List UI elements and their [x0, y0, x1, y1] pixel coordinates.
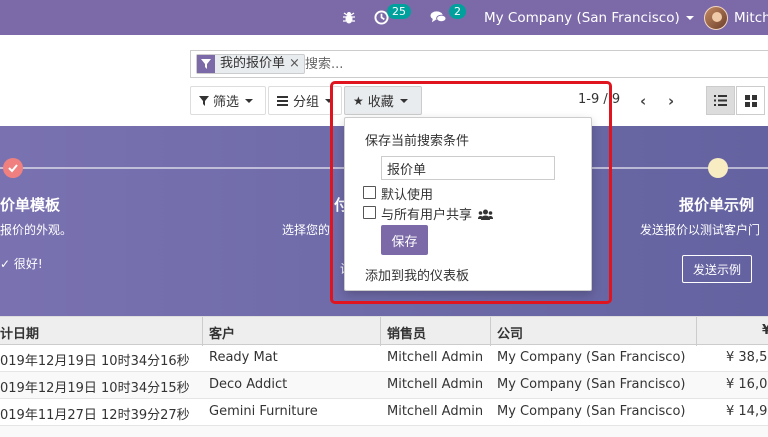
search-input[interactable]	[305, 54, 605, 74]
step-done-check-icon	[3, 158, 23, 178]
cell-amount: ¥ 16,0	[726, 377, 768, 392]
favorite-name-input[interactable]	[381, 156, 555, 180]
list-view-button[interactable]	[706, 86, 735, 115]
activity-clock-button[interactable]: 25	[374, 0, 411, 35]
share-all-users-checkbox[interactable]	[363, 206, 376, 219]
column-customer[interactable]: 客户	[209, 323, 235, 342]
comments-icon	[430, 11, 447, 23]
group-by-button[interactable]: 分组	[268, 86, 342, 115]
cell-salesperson: Mitchell Admin	[387, 404, 484, 419]
filter-icon	[199, 95, 209, 106]
avatar	[704, 5, 728, 30]
step-sample-quotation-desc: 发送报价以测试客户门	[640, 223, 761, 237]
send-sample-button[interactable]: 发送示例	[682, 255, 753, 283]
table-row[interactable]: 019年11月27日 12时39分27秒 Gemini Furniture Mi…	[0, 399, 768, 426]
table-row[interactable]: 019年12月19日 10时34分16秒 Ready Mat Mitchell …	[0, 345, 768, 372]
step-payment-desc: 选择您的	[282, 223, 331, 237]
favorites-label: 收藏	[367, 95, 394, 110]
filter-icon	[197, 55, 215, 73]
company-name: My Company (San Francisco)	[484, 9, 680, 26]
message-count-badge: 2	[449, 4, 466, 19]
list-icon	[714, 95, 727, 106]
share-all-users-label: 与所有用户共享	[381, 204, 494, 223]
column-separator	[202, 317, 203, 346]
cell-company: My Company (San Francisco)	[497, 404, 686, 419]
star-icon: ★	[353, 93, 364, 108]
user-menu[interactable]: Mitch	[704, 0, 768, 35]
add-to-dashboard-link[interactable]: 添加到我的仪表板	[365, 265, 469, 284]
chevron-down-icon	[399, 98, 408, 103]
chevron-down-icon	[325, 98, 333, 103]
table-row[interactable]	[0, 426, 768, 437]
favorites-button[interactable]: ★ 收藏	[344, 86, 422, 115]
activity-count-badge: 25	[387, 4, 411, 19]
facet-remove-icon[interactable]: ×	[289, 55, 304, 73]
cell-customer: Deco Addict	[209, 377, 288, 392]
column-separator	[490, 317, 491, 346]
cell-company: My Company (San Francisco)	[497, 350, 686, 365]
bars-icon	[277, 95, 288, 106]
table-header: 计日期 客户 销售员 公司 ¥	[0, 316, 768, 346]
column-date[interactable]: 计日期	[0, 323, 39, 342]
column-separator	[380, 317, 381, 346]
search-facet: 我的报价单 ×	[196, 54, 305, 74]
pager-next-icon[interactable]: ›	[668, 92, 674, 110]
messages-button[interactable]: 2	[430, 0, 466, 35]
company-switcher[interactable]: My Company (San Francisco)	[484, 0, 694, 35]
cell-date: 019年11月27日 12时39分27秒	[0, 408, 190, 423]
table-row[interactable]: 019年12月19日 10时34分15秒 Deco Addict Mitchel…	[0, 372, 768, 399]
kanban-view-button[interactable]	[736, 86, 765, 115]
step-quotation-template-extra: ✓ 很好!	[0, 257, 43, 271]
chevron-down-icon	[685, 15, 694, 20]
use-default-label: 默认使用	[381, 188, 434, 203]
filter-label: 筛选	[213, 95, 240, 110]
user-name: Mitch	[734, 9, 768, 26]
step-pending-dot	[708, 158, 728, 178]
column-company[interactable]: 公司	[497, 323, 523, 342]
top-navbar: 25 2 My Company (San Francisco) Mitch	[0, 0, 768, 35]
save-favorite-button[interactable]: 保存	[381, 225, 428, 255]
column-total[interactable]: ¥	[762, 323, 768, 338]
pager-value[interactable]: 1-9 / 9	[578, 92, 620, 107]
cell-date: 019年12月19日 10时34分16秒	[0, 354, 190, 369]
column-separator	[696, 317, 697, 346]
column-salesperson[interactable]: 销售员	[387, 323, 426, 342]
save-search-caption[interactable]: 保存当前搜索条件	[365, 130, 469, 149]
cell-date: 019年12月19日 10时34分15秒	[0, 381, 190, 396]
users-icon	[478, 209, 494, 220]
search-bar: 我的报价单 ×	[190, 50, 768, 78]
filter-button[interactable]: 筛选	[190, 86, 266, 115]
step-quotation-template-desc: 报价的外观。	[0, 223, 73, 237]
cell-customer: Ready Mat	[209, 350, 278, 365]
cell-customer: Gemini Furniture	[209, 404, 318, 419]
use-default-checkbox[interactable]	[363, 186, 376, 199]
step-quotation-template-title[interactable]: 价单模板	[0, 194, 60, 215]
cell-salesperson: Mitchell Admin	[387, 350, 484, 365]
cell-amount: ¥ 14,9	[726, 404, 768, 419]
cell-salesperson: Mitchell Admin	[387, 377, 484, 392]
facet-label: 我的报价单	[220, 56, 286, 71]
cell-company: My Company (San Francisco)	[497, 377, 686, 392]
pager-previous-icon[interactable]: ‹	[640, 92, 646, 110]
cell-amount: ¥ 38,5	[726, 350, 768, 365]
chevron-down-icon	[245, 98, 254, 103]
group-by-label: 分组	[293, 95, 320, 110]
thumbs-up-icon: ✓	[0, 257, 14, 271]
favorites-dropdown: 保存当前搜索条件 默认使用 与所有用户共享 保存 添加到我的仪表板	[344, 117, 592, 291]
debug-bug-icon[interactable]	[342, 0, 356, 35]
th-large-icon	[744, 94, 757, 107]
step-sample-quotation-title[interactable]: 报价单示例	[679, 194, 754, 215]
